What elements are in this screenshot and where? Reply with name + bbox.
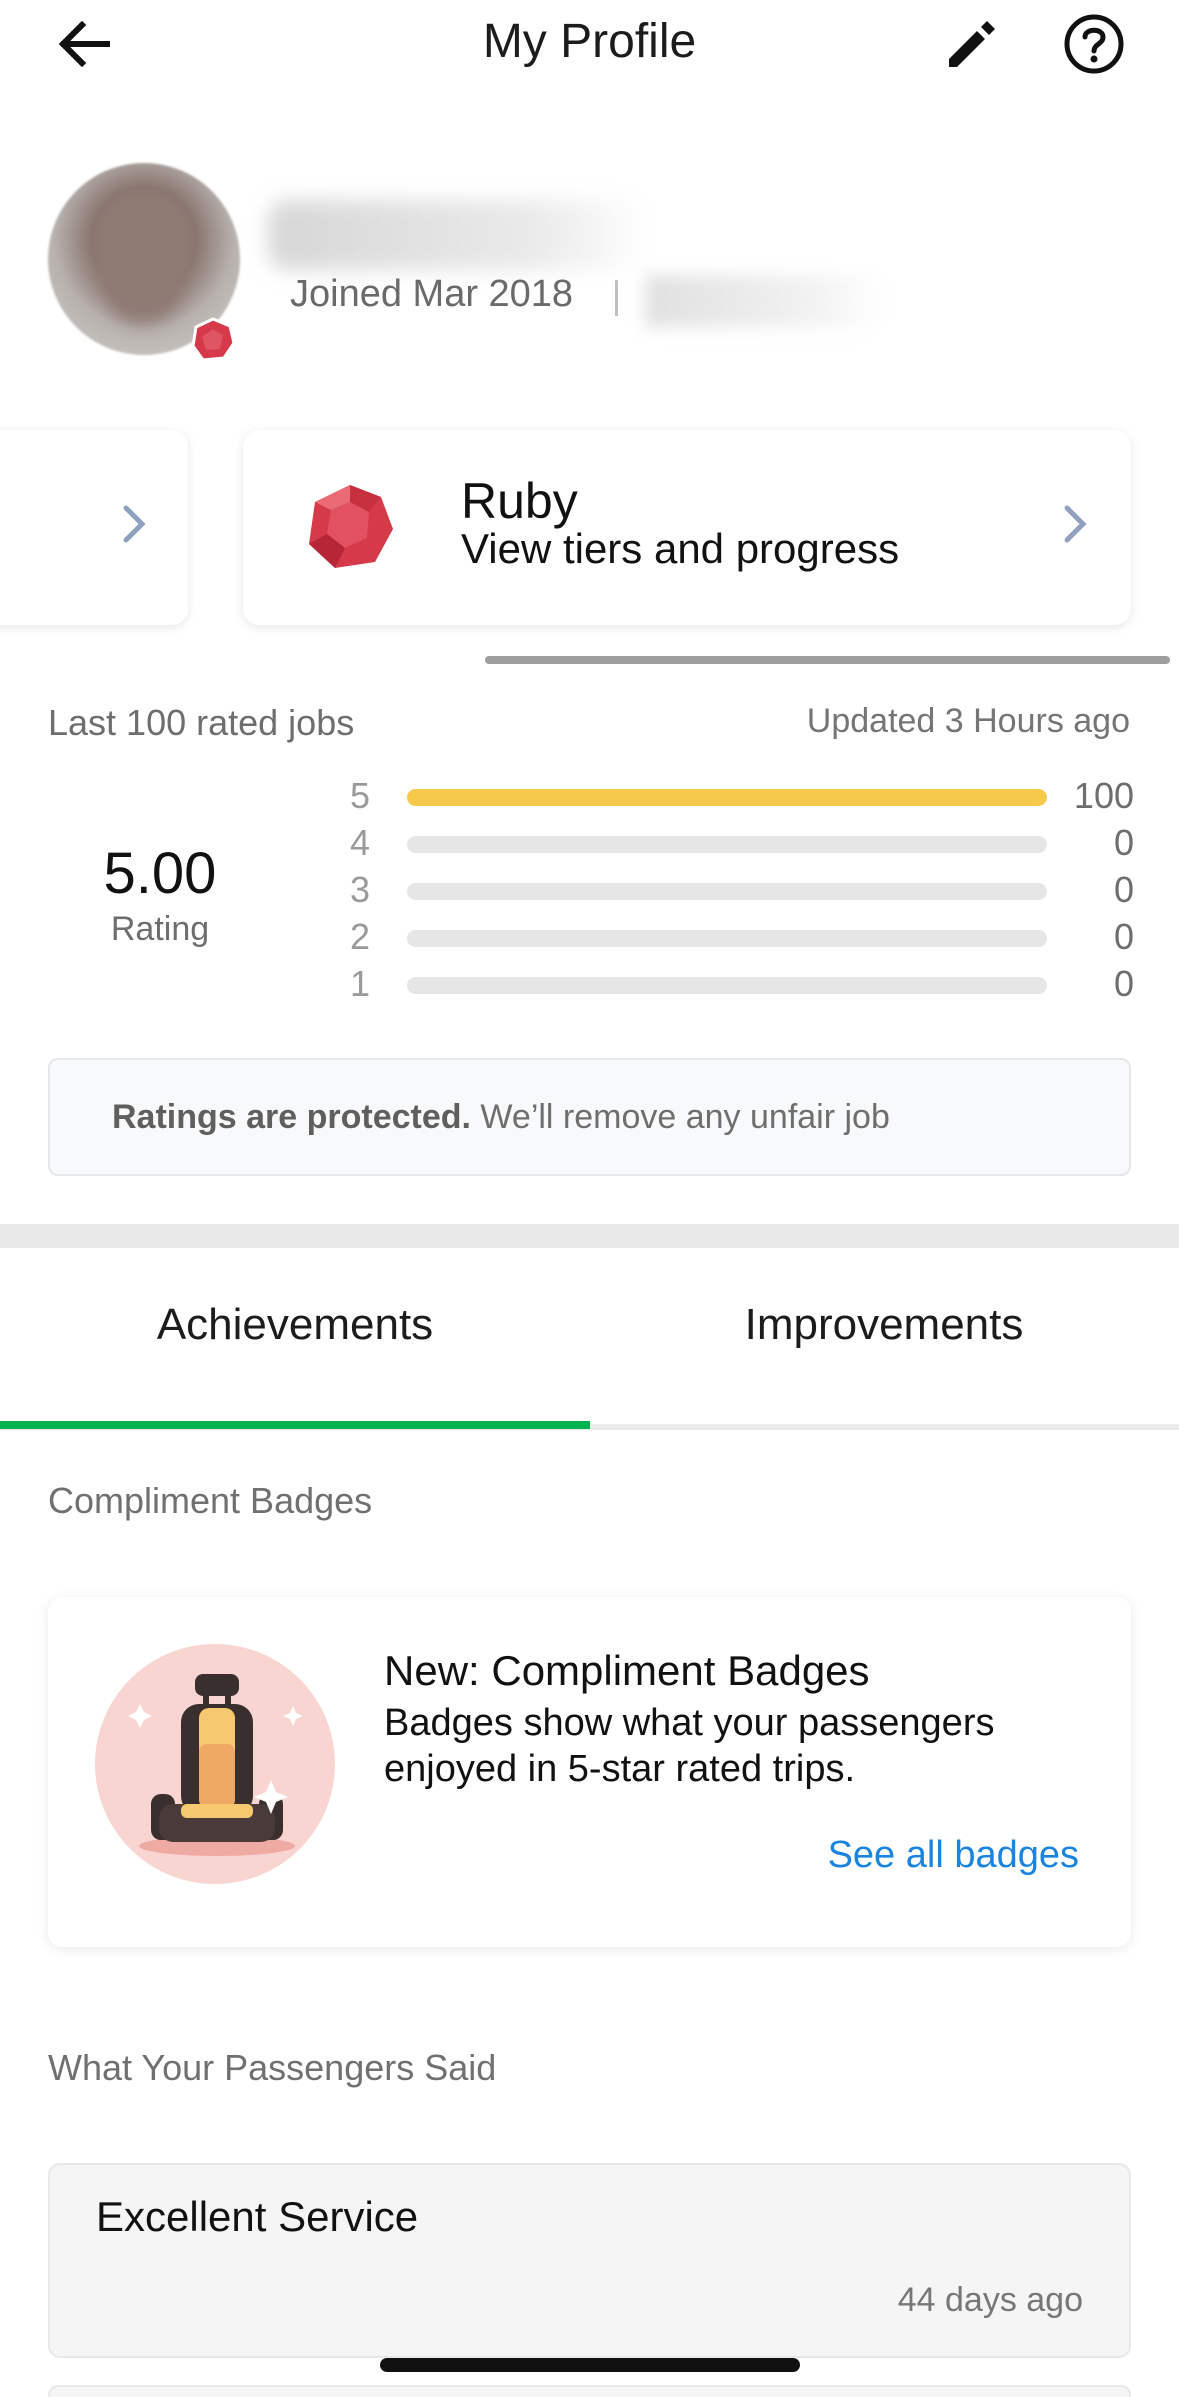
rating-row: 2 0: [340, 916, 1140, 962]
tier-name: Ruby: [461, 473, 578, 529]
ruby-gem-icon: [191, 317, 236, 362]
rating-count: 0: [1113, 963, 1134, 1004]
compliment-badges-card: New: Compliment Badges Badges show what …: [48, 1597, 1131, 1947]
chevron-right-icon: [1064, 505, 1087, 543]
rating-count: 100: [1073, 775, 1134, 816]
comment-time: 44 days ago: [897, 2281, 1083, 2319]
notice-text: Ratings are protected. We’ll remove any …: [112, 1098, 890, 1137]
question-circle-icon: [1064, 14, 1124, 74]
rating-bar: [407, 789, 1047, 806]
passenger-comment-card: Excellent Service 44 days ago: [48, 2163, 1131, 2358]
previous-card[interactable]: [0, 430, 188, 625]
section-divider: [0, 1224, 1179, 1248]
notice-bold: Ratings are protected.: [112, 1098, 471, 1136]
section-title-passengers-said: What Your Passengers Said: [48, 2047, 497, 2088]
average-rating: 5.00: [103, 841, 217, 906]
tier-card[interactable]: Ruby View tiers and progress: [243, 430, 1131, 625]
badge-card-title: New: Compliment Badges: [384, 1647, 870, 1694]
see-all-badges-link[interactable]: See all badges: [828, 1834, 1079, 1877]
carousel-scroll-indicator: [485, 656, 1170, 664]
next-comment-card: [48, 2385, 1131, 2397]
tab-improvements[interactable]: Improvements: [589, 1300, 1179, 1350]
active-tab-indicator: [0, 1421, 590, 1429]
rating-bar: [407, 977, 1047, 994]
rating-count: 0: [1113, 869, 1134, 910]
top-bar: My Profile: [0, 0, 1179, 90]
comment-text: Excellent Service: [96, 2193, 419, 2240]
rating-bar: [407, 836, 1047, 853]
rating-bar: [407, 883, 1047, 900]
rating-row: 1 0: [340, 963, 1140, 1009]
notice-body: We’ll remove any unfair job: [470, 1098, 890, 1136]
rating-row: 4 0: [340, 822, 1140, 868]
badge-card-description: Badges show what your passengers enjoyed…: [384, 1702, 995, 1790]
star-level: 2: [349, 916, 371, 957]
section-title-compliment-badges: Compliment Badges: [48, 1480, 373, 1521]
ratings-updated: Updated 3 Hours ago: [806, 702, 1130, 740]
ratings-protected-notice[interactable]: Ratings are protected. We’ll remove any …: [48, 1058, 1131, 1176]
edit-button[interactable]: [940, 12, 1004, 76]
star-level: 5: [349, 775, 371, 816]
tier-subtitle: View tiers and progress: [461, 525, 900, 572]
tab-achievements[interactable]: Achievements: [0, 1300, 590, 1350]
rating-row: 5 100: [340, 775, 1140, 821]
car-seat-illustration: [95, 1644, 335, 1884]
star-level: 3: [349, 869, 371, 910]
name-redacted: [268, 200, 648, 270]
star-level: 1: [349, 963, 371, 1004]
joined-date: Joined Mar 2018: [290, 273, 574, 315]
rating-bar-fill: [407, 789, 1047, 806]
info-redacted: [645, 275, 885, 327]
rating-count: 0: [1113, 916, 1134, 957]
rating-count: 0: [1113, 822, 1134, 863]
help-button[interactable]: [1062, 12, 1126, 76]
rating-bar: [407, 930, 1047, 947]
average-rating-label: Rating: [110, 910, 210, 948]
pencil-icon: [949, 21, 995, 67]
star-level: 4: [349, 822, 371, 863]
chevron-right-icon: [123, 505, 146, 543]
home-indicator: [380, 2358, 800, 2372]
ruby-gem-icon: [309, 485, 393, 568]
rating-row: 3 0: [340, 869, 1140, 915]
ratings-header: Last 100 rated jobs: [48, 702, 355, 743]
divider: [615, 280, 618, 316]
